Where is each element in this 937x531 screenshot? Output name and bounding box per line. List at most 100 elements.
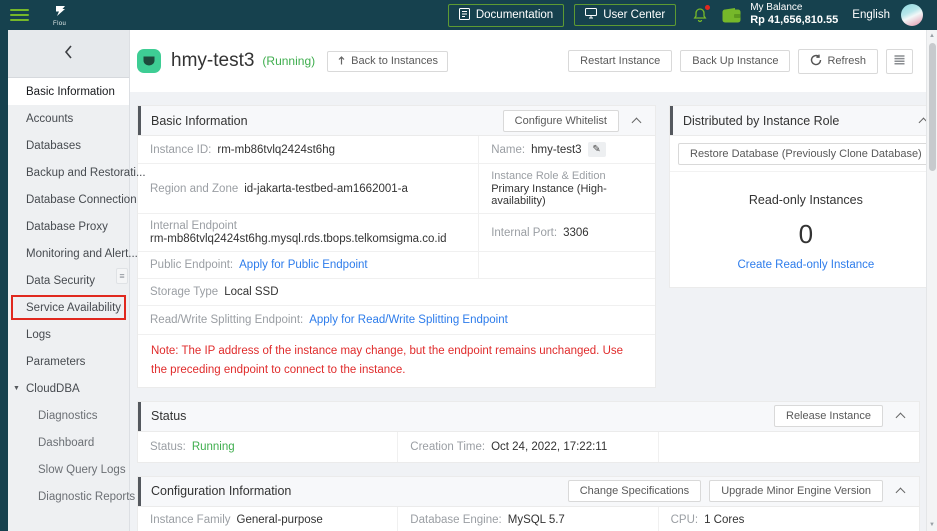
field-label: Public Endpoint: bbox=[150, 259, 234, 271]
documentation-button[interactable]: Documentation bbox=[447, 3, 565, 27]
user-avatar[interactable] bbox=[901, 4, 923, 26]
refresh-label: Refresh bbox=[827, 55, 866, 67]
restart-label: Restart Instance bbox=[580, 55, 661, 67]
creation-time-value: Oct 24, 2022, 17:22:11 bbox=[491, 440, 608, 453]
status-value: Running bbox=[191, 440, 235, 453]
sidebar-item-slow-query-logs[interactable]: Slow Query Logs bbox=[8, 456, 129, 483]
vertical-scrollbar[interactable]: ▲ ▼ bbox=[926, 30, 937, 531]
chevron-left-icon bbox=[64, 45, 73, 62]
field-label: Internal Port: bbox=[491, 226, 558, 239]
field-label: Storage Type bbox=[150, 286, 219, 298]
sidebar-item-clouddba[interactable]: ▼ CloudDBA bbox=[8, 375, 129, 402]
scrollbar-thumb[interactable] bbox=[928, 43, 936, 171]
distributed-by-instance-role-panel: Distributed by Instance Role Restore Dat… bbox=[669, 105, 937, 288]
sidebar-item-label: Slow Query Logs bbox=[38, 463, 126, 476]
topbar: Flou Documentation User Center My Balanc… bbox=[0, 0, 937, 30]
caret-down-icon: ▼ bbox=[13, 385, 20, 392]
scroll-down-arrow-icon[interactable]: ▼ bbox=[929, 519, 935, 530]
apply-public-endpoint-link[interactable]: Apply for Public Endpoint bbox=[239, 259, 368, 271]
field-label: Instance Family bbox=[150, 513, 231, 526]
sidebar-item-label: Dashboard bbox=[38, 436, 95, 449]
sidebar-item-parameters[interactable]: Parameters bbox=[8, 348, 129, 375]
sidebar-item-backup-and-restoration[interactable]: Backup and Restorati... bbox=[8, 159, 146, 186]
apply-rw-splitting-link[interactable]: Apply for Read/Write Splitting Endpoint bbox=[309, 314, 508, 326]
document-icon bbox=[458, 7, 470, 23]
basic-information-panel: Basic Information Configure Whitelist In… bbox=[137, 105, 656, 388]
sidebar-item-label: Logs bbox=[26, 328, 51, 341]
panel-list-toggle-button[interactable] bbox=[886, 48, 913, 74]
sidebar-item-data-security[interactable]: Data Security bbox=[8, 267, 129, 294]
change-specifications-label: Change Specifications bbox=[579, 485, 690, 498]
sidebar-item-label: Database Proxy bbox=[26, 220, 108, 233]
sidebar: Basic Information Accounts Databases Bac… bbox=[8, 30, 146, 531]
sidebar-item-label: Parameters bbox=[26, 355, 86, 368]
field-label: Instance ID: bbox=[150, 143, 212, 156]
field-label: Internal Endpoint bbox=[150, 220, 237, 232]
panel-title: Status bbox=[151, 409, 187, 424]
sidebar-item-diagnostic-reports[interactable]: Diagnostic Reports bbox=[8, 483, 135, 510]
upgrade-minor-engine-version-button[interactable]: Upgrade Minor Engine Version bbox=[709, 480, 883, 503]
panel-title: Distributed by Instance Role bbox=[683, 113, 840, 128]
field-label: Status: bbox=[150, 440, 186, 453]
back-arrow-icon bbox=[337, 55, 346, 68]
collapse-panel-icon[interactable] bbox=[631, 117, 642, 127]
sidebar-item-label: Diagnostic Reports bbox=[38, 490, 136, 503]
sidebar-item-diagnostics[interactable]: Diagnostics bbox=[8, 402, 129, 429]
instance-type-icon bbox=[137, 49, 161, 73]
field-label: Region and Zone bbox=[150, 182, 239, 195]
sidebar-item-label: Databases bbox=[26, 139, 81, 152]
sidebar-item-label: Backup and Restorati... bbox=[26, 166, 146, 179]
field-label: Name: bbox=[491, 143, 526, 156]
refresh-button[interactable]: Refresh bbox=[798, 48, 878, 74]
sidebar-item-logs[interactable]: Logs bbox=[8, 321, 129, 348]
sidebar-item-label: Basic Information bbox=[26, 85, 115, 98]
cpu-value: 1 Cores bbox=[704, 513, 745, 526]
back-to-instances-button[interactable]: Back to Instances bbox=[327, 50, 448, 72]
list-icon bbox=[893, 54, 906, 69]
sidebar-item-monitoring-and-alerts[interactable]: Monitoring and Alert... bbox=[8, 240, 138, 267]
upgrade-engine-label: Upgrade Minor Engine Version bbox=[721, 485, 871, 498]
wallet-icon[interactable] bbox=[722, 7, 741, 23]
internal-endpoint-value: rm-mb86tvlq2424st6hg.mysql.rds.tbops.tel… bbox=[150, 233, 447, 245]
restore-database-label: Restore Database (Previously Clone Datab… bbox=[690, 148, 922, 160]
backup-label: Back Up Instance bbox=[692, 55, 779, 67]
restart-instance-button[interactable]: Restart Instance bbox=[568, 50, 673, 72]
change-specifications-button[interactable]: Change Specifications bbox=[567, 480, 702, 503]
sidebar-item-dashboard[interactable]: Dashboard bbox=[8, 429, 129, 456]
release-instance-label: Release Instance bbox=[786, 410, 871, 423]
balance-display: My Balance Rp 41,656,810.55 bbox=[750, 2, 838, 28]
back-up-instance-button[interactable]: Back Up Instance bbox=[680, 50, 791, 72]
sidebar-item-database-proxy[interactable]: Database Proxy bbox=[8, 213, 129, 240]
collapse-panel-icon[interactable] bbox=[895, 412, 906, 423]
create-readonly-instance-link[interactable]: Create Read-only Instance bbox=[670, 259, 937, 271]
sidebar-item-databases[interactable]: Databases bbox=[8, 132, 129, 159]
sidebar-resize-grip[interactable]: ≡ bbox=[116, 268, 128, 284]
storage-type-value: Local SSD bbox=[224, 286, 279, 298]
field-label: Instance Role & Edition bbox=[491, 170, 606, 182]
configuration-information-panel: Configuration Information Change Specifi… bbox=[137, 475, 920, 531]
collapse-panel-icon[interactable] bbox=[895, 487, 906, 498]
release-instance-button[interactable]: Release Instance bbox=[774, 405, 883, 428]
configure-whitelist-button[interactable]: Configure Whitelist bbox=[502, 109, 619, 132]
sidebar-item-database-connection[interactable]: Database Connection bbox=[8, 186, 137, 213]
sidebar-item-basic-information[interactable]: Basic Information bbox=[8, 78, 129, 105]
scroll-up-arrow-icon[interactable]: ▲ bbox=[929, 30, 935, 41]
restore-database-button[interactable]: Restore Database (Previously Clone Datab… bbox=[678, 143, 934, 165]
edit-name-button[interactable]: ✎ bbox=[587, 142, 606, 157]
notification-bell-icon[interactable] bbox=[692, 4, 712, 23]
user-center-label: User Center bbox=[603, 9, 666, 21]
field-label: Creation Time: bbox=[410, 440, 486, 453]
main-content: hmy-test3 (Running) Back to Instances Re… bbox=[130, 30, 937, 531]
language-selector[interactable]: English bbox=[852, 9, 890, 21]
instance-status-badge: (Running) bbox=[262, 54, 316, 68]
sidebar-item-accounts[interactable]: Accounts bbox=[8, 105, 129, 132]
endpoint-note: Note: The IP address of the instance may… bbox=[151, 345, 624, 376]
user-center-button[interactable]: User Center bbox=[574, 4, 677, 26]
sidebar-item-label: Diagnostics bbox=[38, 409, 98, 422]
instance-header: hmy-test3 (Running) Back to Instances Re… bbox=[130, 30, 937, 92]
sidebar-collapse-button[interactable] bbox=[8, 30, 129, 78]
field-label: Read/Write Splitting Endpoint: bbox=[150, 314, 304, 326]
flou-logo-icon bbox=[54, 4, 66, 20]
hamburger-menu-icon[interactable] bbox=[10, 9, 29, 21]
sidebar-item-service-availability[interactable]: Service Availability bbox=[8, 294, 129, 321]
